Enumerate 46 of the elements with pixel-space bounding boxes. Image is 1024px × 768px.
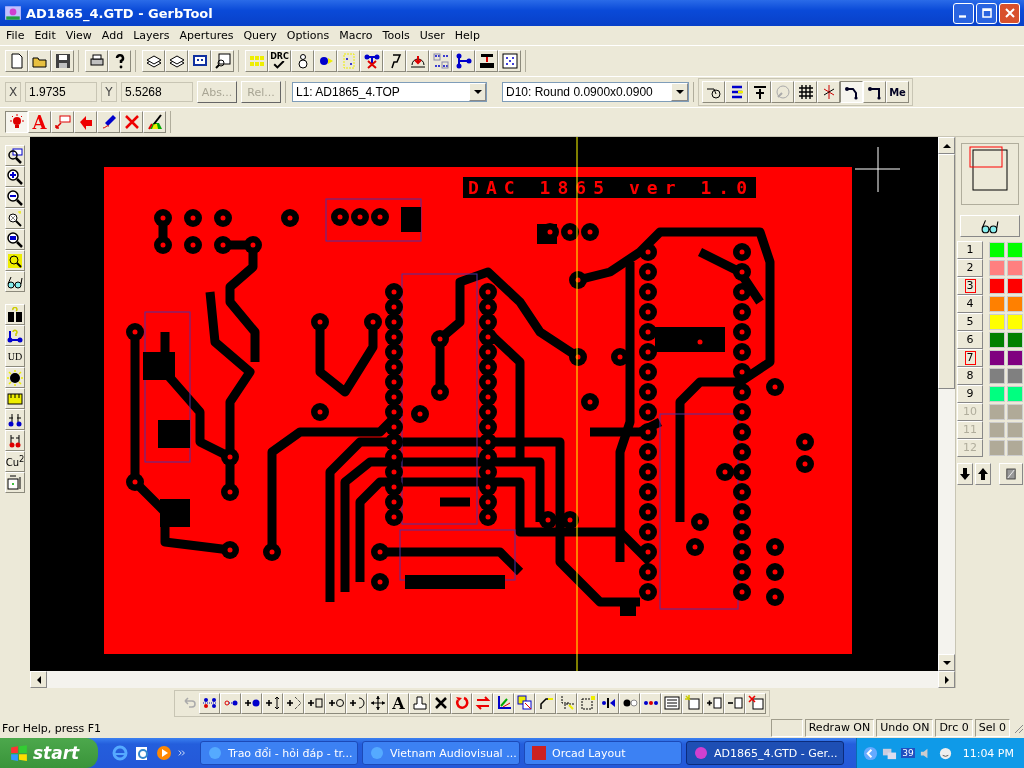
menu-item[interactable]: File [2, 29, 31, 42]
layer-number-button[interactable]: 2 [957, 259, 983, 277]
copper-button[interactable]: Cu$^{2}$ [5, 451, 25, 472]
menu-item[interactable]: Add [97, 29, 130, 42]
menu-item[interactable]: Tools [378, 29, 416, 42]
taskbar-button[interactable]: AD1865_4.GTD - Ger... [686, 741, 844, 765]
status-pane: Drc 0 [935, 719, 973, 737]
tray-number: 39 [901, 748, 915, 758]
me-button[interactable]: Me [886, 81, 909, 103]
menu-item[interactable]: Edit [30, 29, 62, 42]
menu-item[interactable]: Apertures [175, 29, 240, 42]
y-coordinate-field: 5.5268 [121, 82, 193, 102]
status-help-text: For Help, press F1 [2, 721, 103, 735]
menu-item[interactable]: Macro [335, 29, 379, 42]
layer-number-button[interactable]: 7 [957, 349, 983, 367]
menu-item[interactable]: Query [239, 29, 283, 42]
menu-item[interactable]: Help [450, 29, 486, 42]
layer-number-button[interactable]: 3 [957, 277, 983, 295]
aperture-dropdown[interactable]: D10: Round 0.0900x0.0900 [502, 82, 689, 102]
status-pane: Undo ON [876, 719, 934, 737]
layer-number-button[interactable]: 8 [957, 367, 983, 385]
x-label: X [5, 82, 21, 102]
window-title: AD1865_4.GTD - GerbTool [26, 5, 214, 21]
pcb-canvas[interactable]: DAC 1865 ver 1.0 [30, 137, 938, 672]
ud-button[interactable]: UD [5, 346, 25, 367]
board-label: DAC 1865 ver 1.0 [463, 177, 756, 198]
layer-number-button[interactable]: 4 [957, 295, 983, 313]
status-pane: Sel 0 [974, 719, 1010, 737]
taskbar-button[interactable]: Vietnam Audiovisual ... [362, 741, 520, 765]
y-label: Y [101, 82, 117, 102]
taskbar-button[interactable]: Orcad Layout [524, 741, 682, 765]
layer-number-button[interactable]: 6 [957, 331, 983, 349]
taskbar-button[interactable]: Trao đổi - hỏi đáp - tr... [200, 741, 358, 765]
x-coordinate-field: 1.9735 [25, 82, 97, 102]
menu-item[interactable]: Layers [129, 29, 176, 42]
layer-number-button[interactable]: 5 [957, 313, 983, 331]
text-tool-button[interactable]: A [28, 111, 51, 133]
status-pane: Redraw ON [804, 719, 875, 737]
clock: 11:04 PM [962, 746, 1014, 760]
layer-number-button[interactable]: 1 [957, 241, 983, 259]
menu-item[interactable]: Options [282, 29, 336, 42]
menu-item[interactable]: View [61, 29, 98, 42]
text-tool-button[interactable]: A [388, 692, 409, 714]
layer-dropdown[interactable]: L1: AD1865_4.TOP [292, 82, 487, 102]
layer-number-button[interactable]: 9 [957, 385, 983, 403]
menu-item[interactable]: User [415, 29, 451, 42]
